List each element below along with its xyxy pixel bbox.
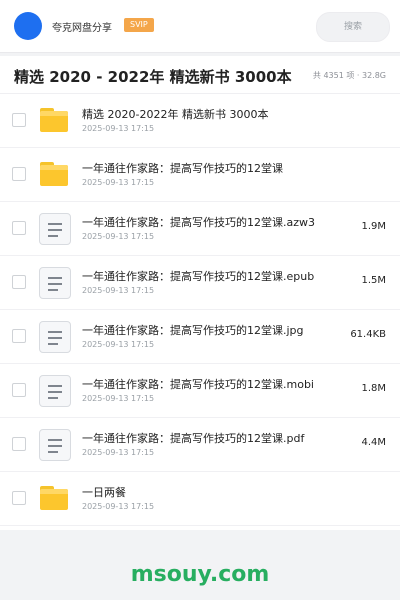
file-size: 1.5M (361, 275, 386, 286)
page-title: 精选 2020 - 2022年 精选新书 3000本 (14, 68, 292, 86)
select-checkbox[interactable] (12, 113, 26, 127)
select-checkbox[interactable] (12, 383, 26, 397)
file-date: 2025-09-13 17:15 (82, 178, 155, 187)
top-bar: 夸克网盘分享 SVIP 搜索 (0, 0, 400, 53)
select-checkbox[interactable] (12, 275, 26, 289)
folder-icon (38, 104, 70, 136)
file-date: 2025-09-13 17:15 (82, 340, 155, 349)
list-item[interactable]: 一年通往作家路：提高写作技巧的12堂课.azw3 2025-09-13 17:15… (0, 202, 400, 256)
select-checkbox[interactable] (12, 491, 26, 505)
brand-name: 夸克网盘分享 (52, 23, 112, 34)
list-item[interactable]: 一日两餐 2025-09-13 17:15 (0, 472, 400, 526)
document-icon (38, 374, 71, 407)
select-checkbox[interactable] (12, 329, 26, 343)
file-size: 61.4KB (350, 329, 386, 340)
file-date: 2025-09-13 17:15 (82, 448, 155, 457)
folder-meta: 共 4351 项 · 32.8G (312, 71, 386, 80)
document-icon (38, 212, 71, 245)
document-icon (38, 266, 71, 299)
file-date: 2025-09-13 17:15 (82, 394, 155, 403)
list-item[interactable]: 一年通往作家路：提高写作技巧的12堂课.pdf 2025-09-13 17:15 4… (0, 418, 400, 472)
file-size: 4.4M (361, 437, 386, 448)
select-checkbox[interactable] (12, 167, 26, 181)
file-name[interactable]: 一年通往作家路：提高写作技巧的12堂课.azw3 (82, 214, 315, 230)
svip-badge: SVIP (124, 18, 154, 32)
file-list-card: 精选 2020 - 2022年 精选新书 3000本 共 4351 项 · 32… (0, 56, 400, 530)
file-size: 1.8M (361, 383, 386, 394)
file-name[interactable]: 一年通往作家路：提高写作技巧的12堂课.mobi (82, 376, 314, 392)
file-date: 2025-09-13 17:15 (82, 286, 155, 295)
list-item[interactable]: 精选 2020-2022年 精选新书 3000本 2025-09-13 17:15 (0, 94, 400, 148)
file-name[interactable]: 一年通往作家路：提高写作技巧的12堂课.pdf (82, 430, 304, 446)
list-item[interactable]: 一年通往作家路：提高写作技巧的12堂课.mobi 2025-09-13 17:15… (0, 364, 400, 418)
select-checkbox[interactable] (12, 437, 26, 451)
file-name[interactable]: 一年通往作家路：提高写作技巧的12堂课.jpg (82, 322, 304, 338)
divider (0, 525, 400, 526)
document-icon (38, 320, 71, 353)
file-size: 1.9M (361, 221, 386, 232)
folder-icon (38, 482, 70, 514)
file-name[interactable]: 精选 2020-2022年 精选新书 3000本 (82, 106, 268, 122)
watermark-text: msouy.com (130, 562, 270, 587)
folder-icon (38, 158, 70, 190)
file-date: 2025-09-13 17:15 (82, 232, 155, 241)
document-icon (38, 428, 71, 461)
file-date: 2025-09-13 17:15 (82, 502, 155, 511)
file-name[interactable]: 一年通往作家路：提高写作技巧的12堂课 (82, 160, 283, 176)
list-item[interactable]: 一年通往作家路：提高写作技巧的12堂课.jpg 2025-09-13 17:15 6… (0, 310, 400, 364)
list-item[interactable]: 一年通往作家路：提高写作技巧的12堂课 2025-09-13 17:15 (0, 148, 400, 202)
file-name[interactable]: 一年通往作家路：提高写作技巧的12堂课.epub (82, 268, 314, 284)
search-input[interactable]: 搜索 (316, 12, 390, 42)
list-item[interactable]: 一年通往作家路：提高写作技巧的12堂课.epub 2025-09-13 17:15… (0, 256, 400, 310)
avatar[interactable] (14, 12, 42, 40)
file-date: 2025-09-13 17:15 (82, 124, 155, 133)
file-name[interactable]: 一日两餐 (82, 484, 126, 500)
select-checkbox[interactable] (12, 221, 26, 235)
